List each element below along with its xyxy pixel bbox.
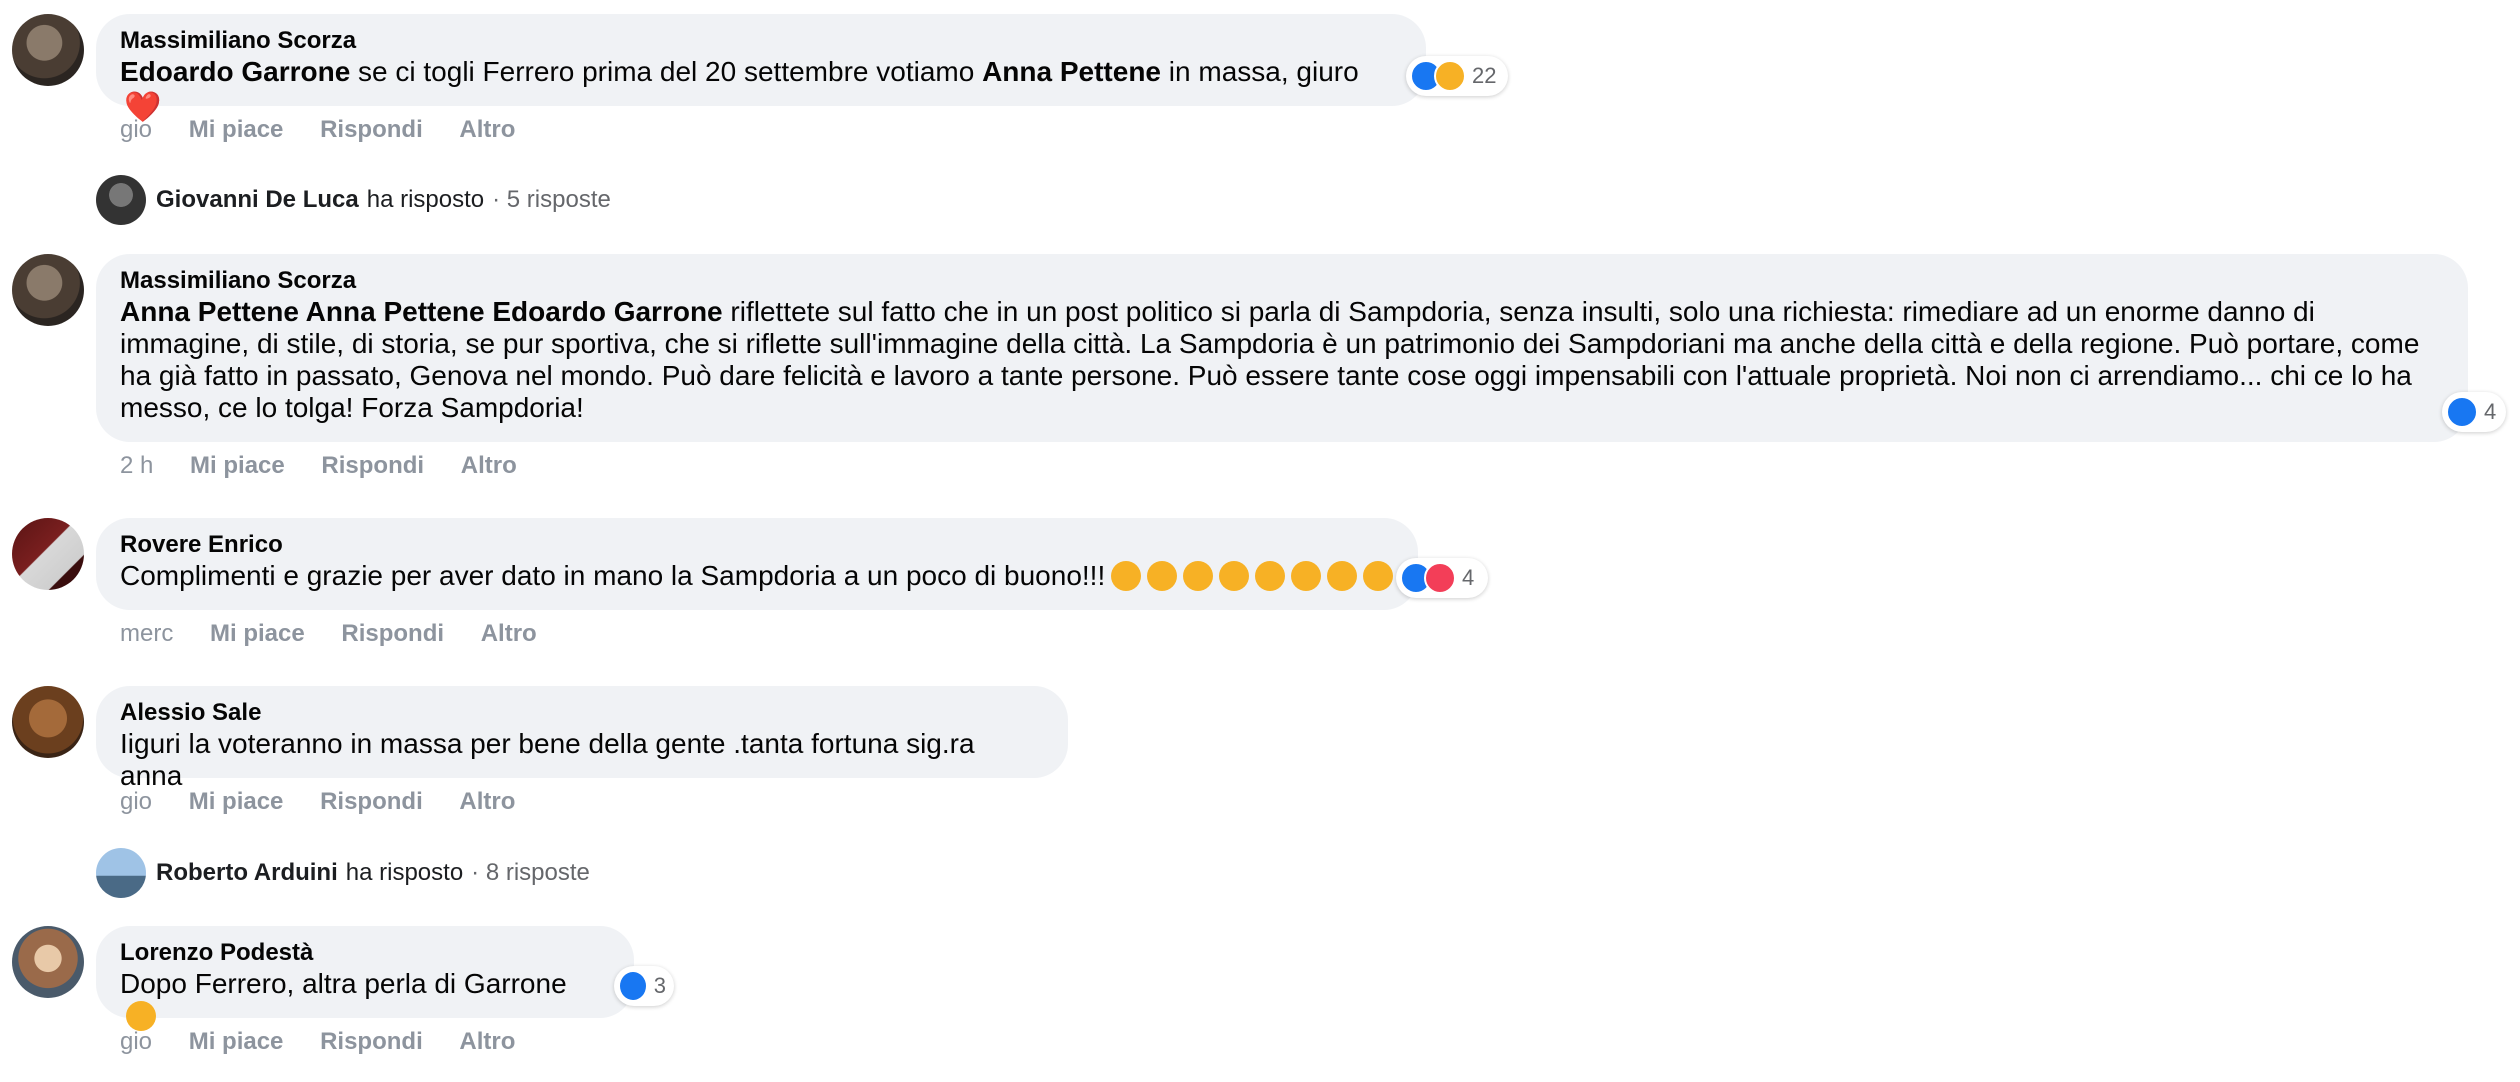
- comment-time[interactable]: merc: [120, 620, 173, 647]
- avatar[interactable]: [12, 518, 84, 590]
- replies-link[interactable]: Giovanni De Luca ha risposto · 5 rispost…: [96, 175, 611, 225]
- mention-link[interactable]: Anna Pettene: [982, 56, 1161, 87]
- mention-link[interactable]: Anna Pettene Anna Pettene Edoardo Garron…: [120, 296, 723, 327]
- haha-reaction-icon: [1434, 60, 1466, 92]
- like-button[interactable]: Mi piace: [189, 116, 284, 143]
- comment-author[interactable]: Lorenzo Podestà: [120, 938, 610, 968]
- mention-link[interactable]: Edoardo Garrone: [120, 56, 350, 87]
- reply-author: Giovanni De Luca: [156, 186, 359, 213]
- comment-author[interactable]: Massimiliano Scorza: [120, 26, 1402, 56]
- reactions-count: 22: [1472, 63, 1497, 88]
- like-button[interactable]: Mi piace: [190, 452, 285, 479]
- avatar[interactable]: [12, 254, 84, 326]
- avatar: [96, 175, 146, 225]
- more-button[interactable]: Altro: [459, 116, 515, 143]
- comment-actions: 2 h Mi piace Rispondi Altro: [120, 452, 547, 480]
- comment-bubble: Lorenzo Podestà Dopo Ferrero, altra perl…: [96, 926, 634, 1031]
- comment-bubble: Massimiliano Scorza Anna Pettene Anna Pe…: [96, 254, 2468, 442]
- more-button[interactable]: Altro: [459, 788, 515, 815]
- like-reaction-icon: [618, 970, 648, 1002]
- comment-time[interactable]: gio: [120, 116, 152, 143]
- reply-button[interactable]: Rispondi: [341, 620, 444, 647]
- comment-text: Edoardo Garrone se ci togli Ferrero prim…: [120, 56, 1359, 124]
- avatar[interactable]: [12, 926, 84, 998]
- more-button[interactable]: Altro: [481, 620, 537, 647]
- reactions-count: 4: [1462, 565, 1475, 590]
- reactions-count: 4: [2484, 399, 2497, 424]
- comment-actions: gio Mi piace Rispondi Altro: [120, 116, 545, 144]
- reactions-summary[interactable]: 4: [2442, 392, 2506, 432]
- reply-button[interactable]: Rispondi: [320, 116, 423, 143]
- reply-author: Roberto Arduini: [156, 859, 338, 886]
- comment-author[interactable]: Alessio Sale: [120, 698, 1044, 728]
- comment-actions: gio Mi piace Rispondi Altro: [120, 1028, 545, 1056]
- reply-button[interactable]: Rispondi: [320, 1028, 423, 1055]
- like-button[interactable]: Mi piace: [210, 620, 305, 647]
- comment-text: Anna Pettene Anna Pettene Edoardo Garron…: [120, 296, 2420, 423]
- love-reaction-icon: [1424, 562, 1456, 594]
- comment-time[interactable]: gio: [120, 1028, 152, 1055]
- comment-bubble: Rovere Enrico Complimenti e grazie per a…: [96, 518, 1418, 610]
- comment-bubble: Massimiliano Scorza Edoardo Garrone se c…: [96, 14, 1426, 124]
- tired-face-emoji: [1105, 560, 1394, 591]
- comment-actions: merc Mi piace Rispondi Altro: [120, 620, 567, 648]
- more-button[interactable]: Altro: [459, 1028, 515, 1055]
- comment-time[interactable]: 2 h: [120, 452, 153, 479]
- comment-text: Iiguri la voteranno in massa per bene de…: [120, 728, 975, 791]
- comment-author[interactable]: Massimiliano Scorza: [120, 266, 2444, 296]
- like-button[interactable]: Mi piace: [189, 788, 284, 815]
- comment-bubble: Alessio Sale Iiguri la voteranno in mass…: [96, 686, 1068, 791]
- replies-link[interactable]: Roberto Arduini ha risposto · 8 risposte: [96, 848, 590, 898]
- comment-author[interactable]: Rovere Enrico: [120, 530, 1394, 560]
- smile-emoji: [126, 1001, 156, 1031]
- like-button[interactable]: Mi piace: [189, 1028, 284, 1055]
- comment-actions: gio Mi piace Rispondi Altro: [120, 788, 545, 816]
- comments-section: Massimiliano Scorza Edoardo Garrone se c…: [0, 0, 2520, 1082]
- reply-button[interactable]: Rispondi: [320, 788, 423, 815]
- avatar: [96, 848, 146, 898]
- more-button[interactable]: Altro: [461, 452, 517, 479]
- reactions-summary[interactable]: 3: [614, 966, 674, 1006]
- reply-button[interactable]: Rispondi: [321, 452, 424, 479]
- comment-time[interactable]: gio: [120, 788, 152, 815]
- reactions-summary[interactable]: 22: [1406, 56, 1508, 96]
- avatar[interactable]: [12, 686, 84, 758]
- reactions-count: 3: [653, 973, 666, 998]
- reactions-summary[interactable]: 4: [1396, 558, 1488, 598]
- comment-text: Dopo Ferrero, altra perla di Garrone: [120, 968, 610, 1032]
- comment-text: Complimenti e grazie per aver dato in ma…: [120, 560, 1394, 592]
- like-reaction-icon: [2446, 396, 2478, 428]
- avatar[interactable]: [12, 14, 84, 86]
